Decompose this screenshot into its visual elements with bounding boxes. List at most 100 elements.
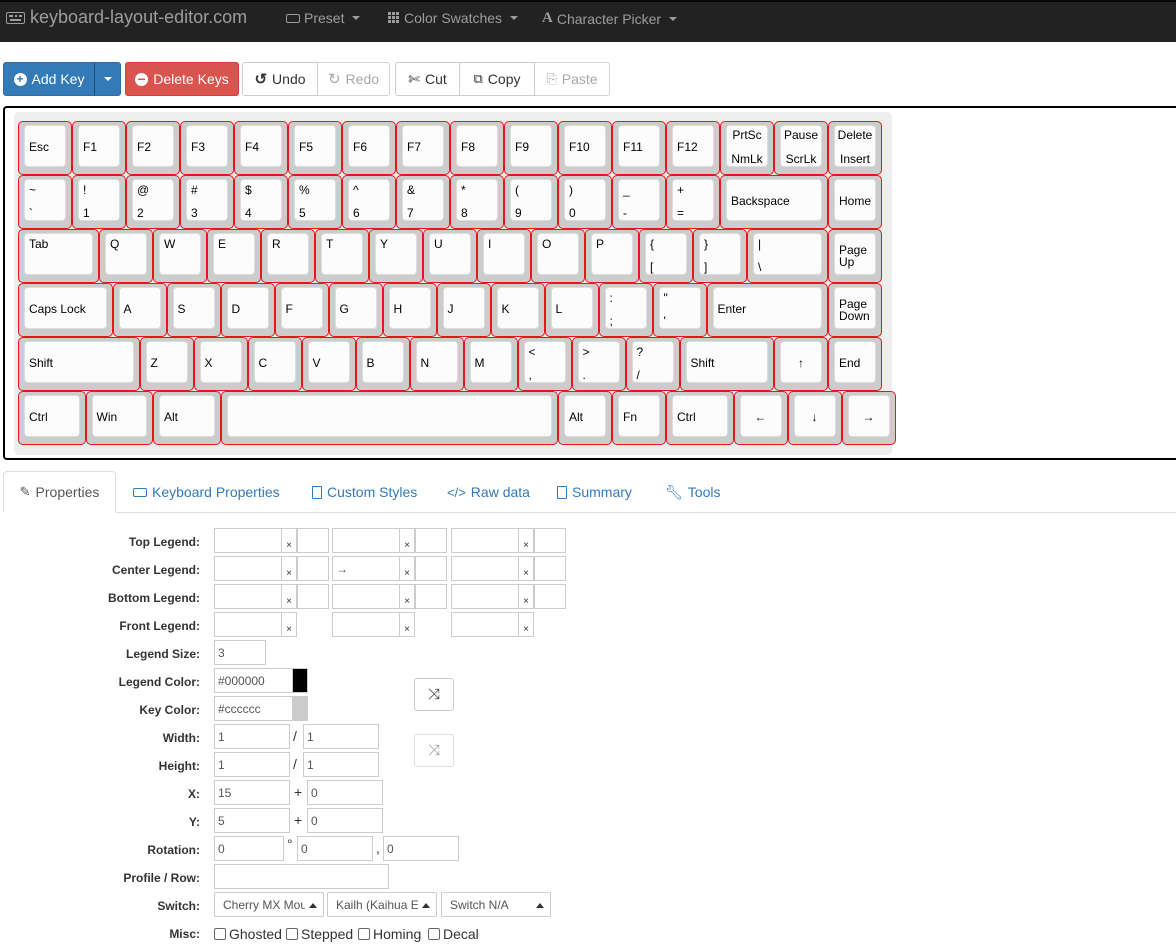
rotation-angle-input[interactable]: 0 [214,836,284,861]
redo-button[interactable]: ↻ Redo [317,62,390,96]
x-offset-input[interactable]: 0 [307,780,383,805]
legend-center-input-2[interactable]: → [332,556,400,581]
keyboard-key[interactable]: >. [571,337,626,391]
keyboard-key[interactable]: | \ [747,229,828,283]
keyboard-key[interactable]: Tab [18,229,99,283]
keyboard-key[interactable]: :; [598,283,653,337]
legend-top-input-2[interactable] [332,528,400,553]
keyboard-key[interactable]: {[ [639,229,693,283]
keyboard-key[interactable]: Ctrl [18,391,86,445]
width-input[interactable]: 1 [214,724,290,749]
keyboard-key[interactable]: W [153,229,207,283]
add-key-dropdown-button[interactable] [94,62,121,96]
height-input[interactable]: 1 [214,752,290,777]
keyboard-key[interactable]: Esc [18,121,72,175]
keyboard-key[interactable]: Win [85,391,153,445]
profile-row-input[interactable] [214,864,389,889]
swap-size-button[interactable]: ⤨ [414,734,454,767]
clear-legend-button[interactable]: × [399,584,415,609]
legend-color-box[interactable] [534,556,566,581]
keyboard-key[interactable]: " ' [652,283,707,337]
keyboard-key[interactable]: Enter [706,283,828,337]
copy-button[interactable]: ⧉ Copy [459,62,535,96]
keyboard-key[interactable]: }] [693,229,747,283]
legend-color-swatch[interactable] [292,668,308,693]
keyboard-key[interactable]: + = [666,175,720,229]
keyboard-key[interactable]: F3 [180,121,234,175]
keyboard-key[interactable]: F11 [612,121,666,175]
keyboard-key[interactable]: F [274,283,329,337]
keyboard-key[interactable]: $4 [234,175,288,229]
homing-checkbox[interactable]: Homing [358,926,421,942]
keyboard-key[interactable]: F4 [234,121,288,175]
clear-legend-button[interactable]: × [518,528,534,553]
keyboard-key[interactable]: Alt [558,391,612,445]
tab-summary[interactable]: Summary [557,471,632,513]
x-input[interactable]: 15 [214,780,290,805]
keyboard-key[interactable]: E [207,229,261,283]
keyboard-key[interactable]: ^ 6 [342,175,396,229]
checkbox-box[interactable] [286,928,298,940]
legend-top-input-3[interactable] [451,528,519,553]
rotation-y-input[interactable]: 0 [383,836,459,861]
keyboard-key[interactable]: Delete Insert [828,121,882,175]
legend-color-box[interactable] [534,584,566,609]
keyboard-key[interactable]: ← [733,391,788,445]
keyboard-key[interactable]: U [423,229,477,283]
keyboard-key[interactable]: R [261,229,315,283]
decal-checkbox[interactable]: Decal [428,926,479,942]
keyboard-key[interactable]: Shift [18,337,140,391]
switch-type-select[interactable]: Switch N/A [441,892,551,917]
clear-legend-button[interactable]: × [399,612,415,637]
keyboard-key[interactable]: Alt [153,391,221,445]
keyboard-key[interactable]: L [544,283,599,337]
tab-tools[interactable]: 🔧︎ Tools [665,471,720,513]
keyboard-key[interactable]: ? / [625,337,680,391]
legend-center-input-1[interactable] [214,556,282,581]
legend-center-input-3[interactable] [451,556,519,581]
legend-front-input-2[interactable] [332,612,400,637]
legend-color-box[interactable] [415,528,447,553]
keyboard-key[interactable]: ↓ [787,391,842,445]
clear-legend-button[interactable]: × [281,612,297,637]
rotation-x-input[interactable]: 0 [297,836,373,861]
keyboard-key[interactable]: <, [517,337,572,391]
keyboard-key[interactable]: → [841,391,896,445]
keyboard-key[interactable]: T [315,229,369,283]
cut-button[interactable]: ✄ Cut [395,62,460,96]
keyboard-key[interactable]: F1 [72,121,126,175]
keyboard-key[interactable]: M [463,337,518,391]
clear-legend-button[interactable]: × [281,584,297,609]
clear-legend-button[interactable]: × [281,528,297,553]
keyboard-key[interactable]: S [166,283,221,337]
add-key-button[interactable]: + Add Key [3,62,95,96]
keyboard-key[interactable]: Z [139,337,194,391]
keyboard-key[interactable]: C [247,337,302,391]
keyboard-key[interactable]: * 8 [450,175,504,229]
keyboard-key[interactable]: & 7 [396,175,450,229]
undo-button[interactable]: ↺ Undo [242,62,318,96]
y-offset-input[interactable]: 0 [307,808,383,833]
keyboard-key[interactable]: Pause ScrLk [774,121,828,175]
keyboard-key[interactable]: X [193,337,248,391]
keyboard-key[interactable]: % 5 [288,175,342,229]
keyboard-key[interactable]: F9 [504,121,558,175]
legend-color-box[interactable] [297,584,329,609]
keyboard-key[interactable]: A [112,283,167,337]
keyboard-key[interactable]: ↑ [774,337,828,391]
stepped-checkbox[interactable]: Stepped [286,926,353,942]
legend-color-box[interactable] [415,584,447,609]
keyboard-key[interactable]: F2 [126,121,180,175]
width2-input[interactable]: 1 [303,724,379,749]
keyboard-key[interactable]: I [477,229,531,283]
keyboard-key[interactable]: F12 [666,121,720,175]
keyboard-key[interactable]: Ctrl [666,391,734,445]
keyboard-key[interactable]: Home [828,175,882,229]
ghosted-checkbox[interactable]: Ghosted [214,926,282,942]
clear-legend-button[interactable]: × [518,556,534,581]
keyboard-key[interactable]: @2 [126,175,180,229]
legend-bottom-input-2[interactable] [332,584,400,609]
character-picker-menu[interactable]: A Character Picker [542,10,678,27]
tab-raw-data[interactable]: </> Raw data [447,471,530,513]
switch-brand-select[interactable]: Kailh (Kaihua Electronics) [327,892,437,917]
